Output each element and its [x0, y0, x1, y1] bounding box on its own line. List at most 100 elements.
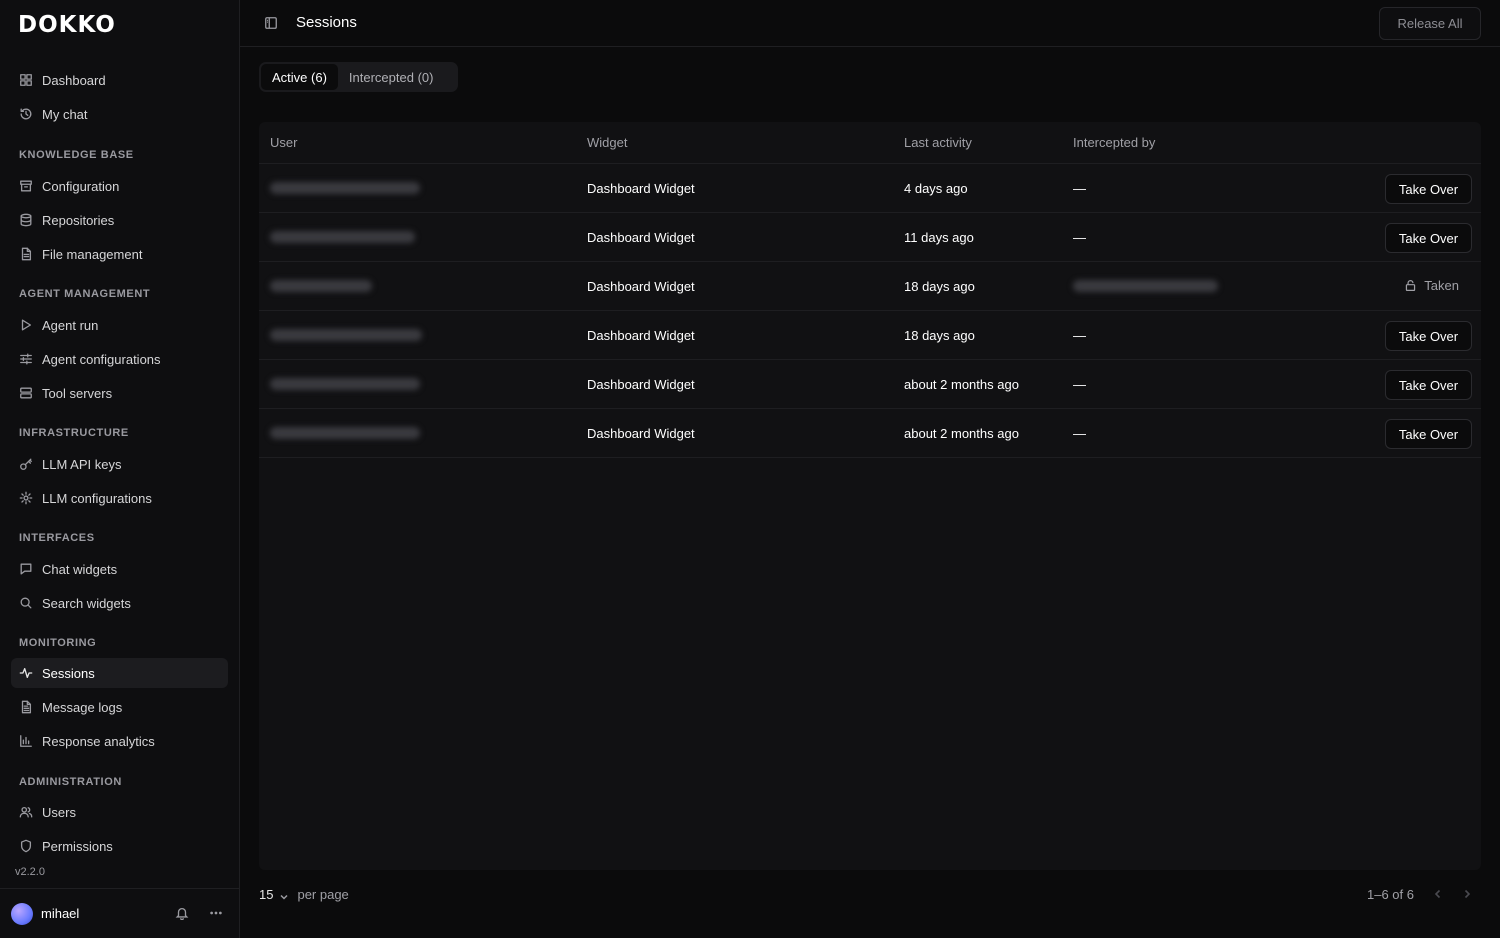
- section-label-agent-management: AGENT MANAGEMENT: [19, 288, 151, 300]
- sidebar: DOKKO Dashboard My chat KNOWLEDGE BASE C…: [0, 0, 240, 938]
- avatar[interactable]: [11, 902, 33, 925]
- user-redacted: [270, 182, 420, 194]
- sidebar-item-repositories[interactable]: Repositories: [11, 205, 228, 235]
- sidebar-item-label: Search widgets: [42, 595, 131, 611]
- last-activity-cell: 18 days ago: [904, 328, 975, 343]
- user-redacted: [270, 231, 415, 243]
- users-icon: [18, 804, 34, 820]
- take-over-button[interactable]: Take Over: [1385, 223, 1472, 253]
- intercepted-by-cell: —: [1073, 426, 1086, 441]
- user-redacted: [270, 280, 372, 292]
- last-activity-cell: 18 days ago: [904, 279, 975, 294]
- take-over-button[interactable]: Take Over: [1385, 321, 1472, 351]
- intercepted-by-cell: —: [1073, 230, 1086, 245]
- sidebar-item-agent-run[interactable]: Agent run: [11, 310, 228, 340]
- tab-intercepted[interactable]: Intercepted (0): [338, 64, 445, 90]
- take-over-button[interactable]: Take Over: [1385, 419, 1472, 449]
- taken-status: Taken: [1404, 278, 1459, 293]
- column-header-last-activity: Last activity: [904, 135, 972, 150]
- widget-cell: Dashboard Widget: [587, 328, 695, 343]
- user-redacted: [270, 378, 420, 390]
- username[interactable]: mihael: [41, 906, 79, 921]
- widget-cell: Dashboard Widget: [587, 279, 695, 294]
- last-activity-cell: 11 days ago: [904, 230, 974, 245]
- sidebar-item-agent-configurations[interactable]: Agent configurations: [11, 344, 228, 374]
- play-icon: [18, 317, 34, 333]
- sidebar-item-permissions[interactable]: Permissions: [11, 831, 228, 861]
- shield-icon: [18, 838, 34, 854]
- sidebar-item-label: Permissions: [42, 838, 113, 854]
- section-label-infrastructure: INFRASTRUCTURE: [19, 427, 129, 439]
- sidebar-item-dashboard[interactable]: Dashboard: [11, 65, 228, 95]
- message-icon: [18, 561, 34, 577]
- pagination-range: 1–6 of 6: [1367, 887, 1414, 902]
- column-header-intercepted-by: Intercepted by: [1073, 135, 1156, 150]
- sidebar-item-file-management[interactable]: File management: [11, 239, 228, 269]
- sidebar-item-tool-servers[interactable]: Tool servers: [11, 378, 228, 408]
- sidebar-item-llm-configurations[interactable]: LLM configurations: [11, 483, 228, 513]
- intercepted-by-cell: —: [1073, 328, 1086, 343]
- user-redacted: [270, 329, 422, 341]
- section-label-interfaces: INTERFACES: [19, 532, 95, 544]
- sidebar-item-llm-api-keys[interactable]: LLM API keys: [11, 449, 228, 479]
- chevron-right-icon[interactable]: [1461, 888, 1475, 902]
- sidebar-item-my-chat[interactable]: My chat: [11, 99, 228, 129]
- take-over-button[interactable]: Take Over: [1385, 370, 1472, 400]
- sidebar-item-label: Tool servers: [42, 385, 113, 401]
- bar-chart-icon: [18, 733, 34, 749]
- database-icon: [18, 212, 34, 228]
- user-bar: mihael: [0, 888, 240, 938]
- sidebar-item-label: Dashboard: [42, 72, 106, 88]
- file-text-icon: [18, 699, 34, 715]
- sidebar-item-sessions[interactable]: Sessions: [11, 658, 228, 688]
- session-tabs: Active (6) Intercepted (0): [259, 62, 458, 92]
- sidebar-item-label: My chat: [42, 106, 88, 122]
- column-header-user: User: [270, 135, 298, 150]
- sidebar-toggle-icon[interactable]: [264, 16, 280, 32]
- table-row: Dashboard Widget 11 days ago — Take Over: [259, 213, 1481, 262]
- section-label-administration: ADMINISTRATION: [19, 776, 122, 788]
- file-icon: [18, 246, 34, 262]
- sidebar-item-message-logs[interactable]: Message logs: [11, 692, 228, 722]
- sidebar-item-users[interactable]: Users: [11, 797, 228, 827]
- gear-icon: [18, 490, 34, 506]
- widget-cell: Dashboard Widget: [587, 426, 695, 441]
- sidebar-item-label: File management: [42, 246, 143, 262]
- sidebar-item-label: Configuration: [42, 178, 120, 194]
- table-header: User Widget Last activity Intercepted by: [259, 122, 1481, 164]
- take-over-button[interactable]: Take Over: [1385, 174, 1472, 204]
- last-activity-cell: about 2 months ago: [904, 426, 1019, 441]
- sidebar-item-label: LLM API keys: [42, 456, 122, 472]
- app-logo[interactable]: DOKKO: [18, 12, 116, 38]
- page-title: Sessions: [296, 14, 357, 31]
- tab-active[interactable]: Active (6): [261, 64, 338, 90]
- widget-cell: Dashboard Widget: [587, 377, 695, 392]
- bell-icon[interactable]: [175, 906, 191, 922]
- table-row: Dashboard Widget about 2 months ago — Ta…: [259, 360, 1481, 409]
- section-label-monitoring: MONITORING: [19, 637, 97, 649]
- column-header-widget: Widget: [587, 135, 628, 150]
- intercepted-by-cell: —: [1073, 181, 1086, 196]
- sidebar-item-chat-widgets[interactable]: Chat widgets: [11, 554, 228, 584]
- sidebar-item-label: Agent run: [42, 317, 99, 333]
- release-all-button[interactable]: Release All: [1379, 7, 1481, 40]
- activity-icon: [18, 665, 34, 681]
- widget-cell: Dashboard Widget: [587, 181, 695, 196]
- key-icon: [18, 456, 34, 472]
- intercepted-by-cell: —: [1073, 377, 1086, 392]
- archive-icon: [18, 178, 34, 194]
- chevron-left-icon[interactable]: [1432, 888, 1446, 902]
- intercepted-by-redacted: [1073, 280, 1218, 292]
- per-page-value[interactable]: 15: [259, 887, 273, 902]
- sidebar-item-response-analytics[interactable]: Response analytics: [11, 726, 228, 756]
- sidebar-item-label: Sessions: [42, 665, 95, 681]
- per-page-selector[interactable]: 15 per page: [259, 887, 349, 902]
- chevron-down-icon[interactable]: [279, 890, 289, 900]
- table-row: Dashboard Widget 18 days ago — Take Over: [259, 311, 1481, 360]
- taken-label: Taken: [1424, 278, 1459, 293]
- sidebar-item-search-widgets[interactable]: Search widgets: [11, 588, 228, 618]
- sidebar-item-label: Agent configurations: [42, 351, 161, 367]
- per-page-label: per page: [297, 887, 349, 902]
- more-icon[interactable]: [209, 906, 225, 922]
- sidebar-item-configuration[interactable]: Configuration: [11, 171, 228, 201]
